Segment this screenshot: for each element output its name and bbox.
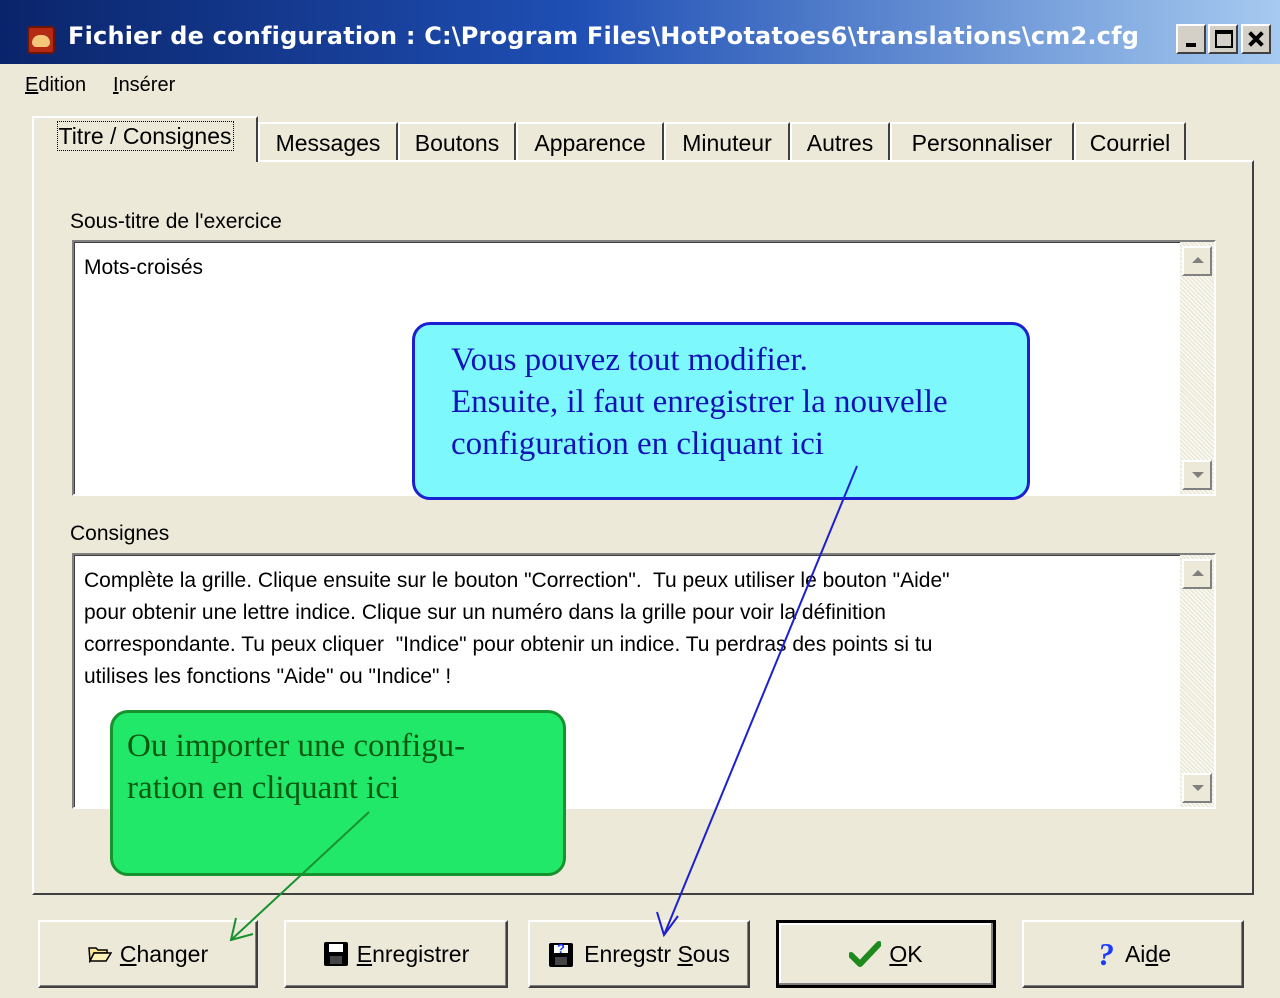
- subtitle-text[interactable]: Mots-croisés: [84, 252, 1166, 284]
- instructions-label: Consignes: [70, 522, 170, 545]
- instructions-text[interactable]: Complète la grille. Clique ensuite sur l…: [84, 565, 1166, 693]
- save-hint-callout: Vous pouvez tout modifier. Ensuite, il f…: [412, 322, 1030, 500]
- close-button[interactable]: [1241, 24, 1271, 54]
- scroll-down-arrow-icon[interactable]: [1182, 773, 1212, 803]
- save-button[interactable]: Enregistrer: [284, 920, 508, 988]
- maximize-button[interactable]: [1208, 24, 1238, 54]
- tab-titre-consignes[interactable]: Titre / Consignes: [32, 116, 258, 162]
- tab-minuteur[interactable]: Minuteur: [664, 122, 790, 160]
- help-question-icon: ?: [1095, 939, 1117, 969]
- window-title: Fichier de configuration : C:\Program Fi…: [68, 22, 1140, 50]
- minimize-button[interactable]: [1176, 24, 1206, 54]
- subtitle-label: Sous-titre de l'exercice: [70, 210, 282, 233]
- checkmark-icon: [849, 941, 882, 967]
- floppy-disk-icon: [323, 941, 349, 967]
- subtitle-scrollbar[interactable]: [1180, 242, 1214, 494]
- instructions-scrollbar[interactable]: [1180, 555, 1214, 807]
- folder-open-icon: [88, 945, 112, 963]
- menu-inserer[interactable]: Insérer: [113, 74, 175, 97]
- hotpotatoes-app-icon[interactable]: [27, 26, 55, 54]
- svg-text:?: ?: [1098, 939, 1114, 969]
- tab-personnaliser[interactable]: Personnaliser: [890, 122, 1074, 160]
- menu-bar: Edition Insérer: [0, 64, 1280, 104]
- ok-button[interactable]: OK: [776, 920, 996, 988]
- tab-apparence[interactable]: Apparence: [516, 122, 664, 160]
- save-as-icon: ?: [548, 940, 576, 968]
- save-as-button[interactable]: ? Enregstr Sous: [528, 920, 750, 988]
- scroll-up-arrow-icon[interactable]: [1182, 559, 1212, 589]
- menu-edition[interactable]: Edition: [25, 74, 86, 97]
- help-button[interactable]: ? Aide: [1022, 920, 1244, 988]
- tab-courriel[interactable]: Courriel: [1074, 122, 1186, 160]
- tab-messages[interactable]: Messages: [258, 122, 398, 160]
- scroll-up-arrow-icon[interactable]: [1182, 246, 1212, 276]
- svg-text:?: ?: [557, 941, 565, 956]
- import-hint-callout: Ou importer une configu- ration en cliqu…: [110, 710, 566, 876]
- config-window: Fichier de configuration : C:\Program Fi…: [0, 0, 1280, 998]
- change-button[interactable]: Changer: [38, 920, 258, 988]
- tab-boutons[interactable]: Boutons: [398, 122, 516, 160]
- title-bar[interactable]: Fichier de configuration : C:\Program Fi…: [0, 0, 1280, 64]
- tab-autres[interactable]: Autres: [790, 122, 890, 160]
- scroll-down-arrow-icon[interactable]: [1182, 460, 1212, 490]
